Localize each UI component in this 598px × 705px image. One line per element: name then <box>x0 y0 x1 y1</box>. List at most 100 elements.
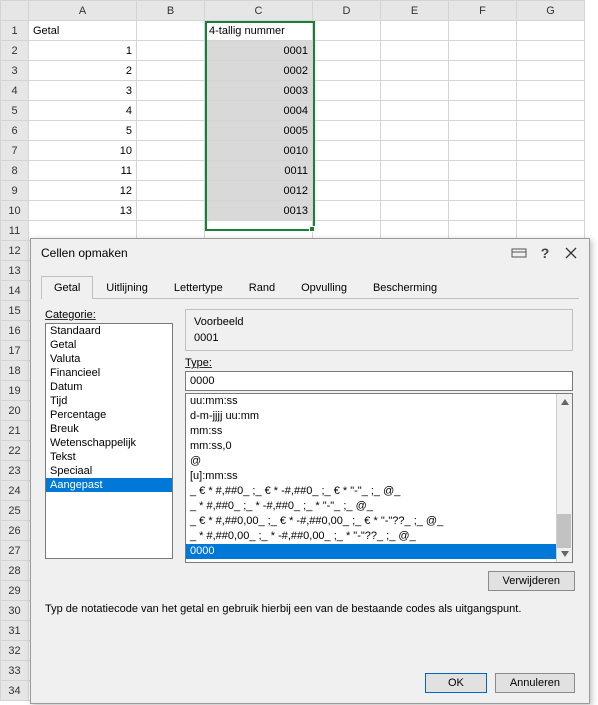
cell[interactable]: 5 <box>29 121 137 141</box>
row-header[interactable]: 27 <box>1 541 29 561</box>
cell[interactable]: 0003 <box>205 81 313 101</box>
cell[interactable] <box>449 161 517 181</box>
cell[interactable] <box>137 201 205 221</box>
cell[interactable] <box>381 61 449 81</box>
cell[interactable]: 4 <box>29 101 137 121</box>
tab-uitlijning[interactable]: Uitlijning <box>93 276 161 299</box>
cell[interactable] <box>137 181 205 201</box>
cell[interactable] <box>517 81 585 101</box>
cell[interactable] <box>313 81 381 101</box>
cell[interactable] <box>137 21 205 41</box>
cell[interactable] <box>313 121 381 141</box>
cell[interactable] <box>381 141 449 161</box>
format-item[interactable]: _ * #,##0_ ;_ * -#,##0_ ;_ * "-"_ ;_ @_ <box>186 499 556 514</box>
cell[interactable] <box>517 21 585 41</box>
scroll-thumb[interactable] <box>557 514 571 548</box>
cell[interactable] <box>449 121 517 141</box>
category-item[interactable]: Tijd <box>46 394 172 408</box>
col-header-C[interactable]: C <box>205 1 313 21</box>
format-item[interactable]: [u]:mm:ss <box>186 469 556 484</box>
col-header-F[interactable]: F <box>449 1 517 21</box>
row-header[interactable]: 13 <box>1 261 29 281</box>
cell[interactable] <box>449 41 517 61</box>
row-header[interactable]: 19 <box>1 381 29 401</box>
cell[interactable] <box>449 101 517 121</box>
cell[interactable] <box>381 201 449 221</box>
row-header[interactable]: 26 <box>1 521 29 541</box>
category-item[interactable]: Financieel <box>46 366 172 380</box>
format-listbox[interactable]: uu:mm:ssd-m-jjjj uu:mmmm:ssmm:ss,0@[u]:m… <box>185 393 573 563</box>
cell[interactable] <box>517 101 585 121</box>
row-header[interactable]: 18 <box>1 361 29 381</box>
cell[interactable] <box>517 141 585 161</box>
col-header-D[interactable]: D <box>313 1 381 21</box>
row-header[interactable]: 11 <box>1 221 29 241</box>
cell[interactable] <box>517 121 585 141</box>
category-item[interactable]: Speciaal <box>46 464 172 478</box>
cell[interactable]: 12 <box>29 181 137 201</box>
tab-getal[interactable]: Getal <box>41 276 93 299</box>
col-header-G[interactable]: G <box>517 1 585 21</box>
tab-bescherming[interactable]: Bescherming <box>360 276 450 299</box>
cell[interactable] <box>313 101 381 121</box>
cell[interactable]: 11 <box>29 161 137 181</box>
row-header[interactable]: 8 <box>1 161 29 181</box>
row-header[interactable]: 21 <box>1 421 29 441</box>
category-item[interactable]: Percentage <box>46 408 172 422</box>
cell[interactable] <box>381 101 449 121</box>
row-header[interactable]: 9 <box>1 181 29 201</box>
col-header-A[interactable]: A <box>29 1 137 21</box>
category-item[interactable]: Standaard <box>46 324 172 338</box>
row-header[interactable]: 6 <box>1 121 29 141</box>
cell[interactable]: 4-tallig nummer <box>205 21 313 41</box>
cell[interactable] <box>381 41 449 61</box>
cancel-button[interactable]: Annuleren <box>495 673 575 693</box>
row-header[interactable]: 22 <box>1 441 29 461</box>
delete-button[interactable]: Verwijderen <box>488 571 575 591</box>
row-header[interactable]: 3 <box>1 61 29 81</box>
row-header[interactable]: 20 <box>1 401 29 421</box>
cell[interactable]: 0002 <box>205 61 313 81</box>
scroll-down-icon[interactable] <box>557 546 572 562</box>
category-item[interactable]: Getal <box>46 338 172 352</box>
cell[interactable] <box>449 81 517 101</box>
tab-opvulling[interactable]: Opvulling <box>288 276 360 299</box>
tab-lettertype[interactable]: Lettertype <box>161 276 236 299</box>
format-item[interactable]: _ € * #,##0_ ;_ € * -#,##0_ ;_ € * "-"_ … <box>186 484 556 499</box>
cell[interactable] <box>381 121 449 141</box>
row-header[interactable]: 32 <box>1 641 29 661</box>
row-header[interactable]: 25 <box>1 501 29 521</box>
cell[interactable]: 0001 <box>205 41 313 61</box>
scroll-up-icon[interactable] <box>557 394 572 410</box>
row-header[interactable]: 1 <box>1 21 29 41</box>
category-item[interactable]: Tekst <box>46 450 172 464</box>
row-header[interactable]: 29 <box>1 581 29 601</box>
help-button[interactable]: ? <box>533 243 557 263</box>
row-header[interactable]: 16 <box>1 321 29 341</box>
cell[interactable]: 3 <box>29 81 137 101</box>
cell[interactable]: 0012 <box>205 181 313 201</box>
cell[interactable]: 10 <box>29 141 137 161</box>
cell[interactable] <box>517 161 585 181</box>
row-header[interactable]: 28 <box>1 561 29 581</box>
category-item[interactable]: Breuk <box>46 422 172 436</box>
format-item[interactable]: mm:ss,0 <box>186 439 556 454</box>
row-header[interactable]: 14 <box>1 281 29 301</box>
cell[interactable]: 0004 <box>205 101 313 121</box>
col-header-B[interactable]: B <box>137 1 205 21</box>
cell[interactable] <box>449 181 517 201</box>
tab-rand[interactable]: Rand <box>236 276 288 299</box>
cell[interactable] <box>137 161 205 181</box>
cell[interactable] <box>517 61 585 81</box>
cell[interactable] <box>517 181 585 201</box>
row-header[interactable]: 34 <box>1 681 29 701</box>
row-header[interactable]: 4 <box>1 81 29 101</box>
dialog-props-icon[interactable] <box>507 243 531 263</box>
cell[interactable] <box>137 101 205 121</box>
cell[interactable] <box>449 21 517 41</box>
cell[interactable] <box>313 61 381 81</box>
cell[interactable] <box>449 141 517 161</box>
cell[interactable] <box>137 121 205 141</box>
row-header[interactable]: 23 <box>1 461 29 481</box>
cell[interactable] <box>517 201 585 221</box>
